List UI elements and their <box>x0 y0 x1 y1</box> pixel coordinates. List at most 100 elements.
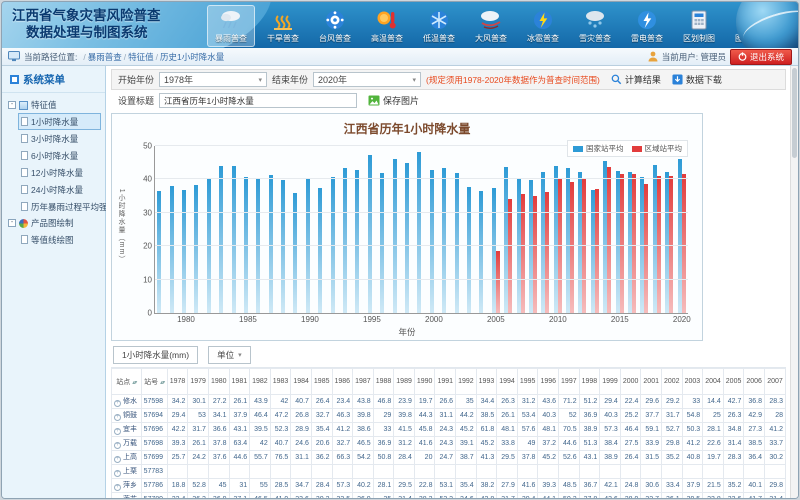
unit-select[interactable]: 单位 ▾ <box>208 346 251 364</box>
value-cell: 28.4 <box>394 451 415 465</box>
value-cell: 31.7 <box>662 409 683 423</box>
vertical-scrollbar-thumb[interactable] <box>792 68 797 158</box>
start-year-select[interactable]: 1978年 ▾ <box>159 72 267 87</box>
tree-node-产品图绘制[interactable]: -产品图绘制 <box>4 215 103 231</box>
y-tick-label: 30 <box>143 208 152 217</box>
vertical-scrollbar[interactable] <box>790 66 798 498</box>
national-bar <box>170 186 174 313</box>
station-name-cell[interactable]: +上栗 <box>112 465 142 479</box>
year-column-header[interactable]: 2000 <box>620 369 641 395</box>
sidebar-item-历年暴雨过程平均强度[interactable]: 历年暴雨过程平均强度 <box>18 198 101 215</box>
toolbar-item-暴雨普查[interactable]: 暴雨普查 <box>207 5 255 47</box>
value-cell: 28.9 <box>620 493 641 499</box>
year-column-header[interactable]: 2004 <box>703 369 724 395</box>
sidebar-item-等值线绘图[interactable]: 等值线绘图 <box>18 231 101 248</box>
station-name-cell[interactable]: +万载 <box>112 437 142 451</box>
year-column-header[interactable]: 1978 <box>167 369 188 395</box>
toolbar-item-干旱普查[interactable]: 干旱普查 <box>259 5 307 47</box>
year-column-header[interactable]: 1986 <box>332 369 353 395</box>
station-name-cell[interactable]: +修水 <box>112 395 142 409</box>
value-cell: 44.3 <box>414 409 435 423</box>
year-column-header[interactable]: 1980 <box>208 369 229 395</box>
sidebar-item-3小时降水量[interactable]: 3小时降水量 <box>18 130 101 147</box>
table-controls: 1小时降水量(mm) 单位 ▾ <box>113 346 786 364</box>
expand-row-icon[interactable]: + <box>114 484 121 491</box>
year-column-header[interactable]: 1996 <box>538 369 559 395</box>
logout-button[interactable]: 退出系统 <box>730 49 792 65</box>
year-column-header[interactable]: 1993 <box>476 369 497 395</box>
year-column-header[interactable]: 1991 <box>435 369 456 395</box>
toolbar-item-大风普查[interactable]: 大风普查 <box>467 5 515 47</box>
year-column-header[interactable]: 1982 <box>250 369 271 395</box>
station-id-column-header[interactable]: 站号 ▴▾ <box>141 369 167 395</box>
expand-row-icon[interactable]: + <box>114 428 121 435</box>
end-year-select[interactable]: 2020年 ▾ <box>313 72 421 87</box>
station-column-header[interactable]: 站点 ▴▾ <box>112 369 142 395</box>
sidebar-item-6小时降水量[interactable]: 6小时降水量 <box>18 147 101 164</box>
toolbar-item-雷电普查[interactable]: 雷电普查 <box>623 5 671 47</box>
year-column-header[interactable]: 1987 <box>353 369 374 395</box>
toolbar-item-冰雹普查[interactable]: 冰雹普查 <box>519 5 567 47</box>
year-column-header[interactable]: 1988 <box>373 369 394 395</box>
sort-icon[interactable]: ▴▾ <box>160 380 164 386</box>
sidebar-item-24小时降水量[interactable]: 24小时降水量 <box>18 181 101 198</box>
toolbar-item-区划制图[interactable]: 区划制图 <box>675 5 723 47</box>
expand-row-icon[interactable]: + <box>114 414 121 421</box>
data-download-button[interactable]: 数据下载 <box>672 73 722 86</box>
calc-result-button[interactable]: 计算结果 <box>611 73 661 86</box>
expand-row-icon[interactable]: + <box>114 456 121 463</box>
sort-icon[interactable]: ▴▾ <box>132 380 136 386</box>
year-column-header[interactable]: 1984 <box>291 369 312 395</box>
year-column-header[interactable]: 1992 <box>456 369 477 395</box>
year-column-header[interactable]: 2003 <box>682 369 703 395</box>
value-cell: 46.5 <box>250 493 271 499</box>
save-image-button[interactable]: 保存图片 <box>368 94 419 107</box>
tree-expander-icon[interactable]: - <box>8 219 16 227</box>
year-column-header[interactable]: 1983 <box>270 369 291 395</box>
expand-row-icon[interactable]: + <box>114 400 121 407</box>
x-tick-label: 2005 <box>487 315 505 324</box>
year-column-header[interactable]: 1989 <box>394 369 415 395</box>
regional-bar <box>508 199 512 313</box>
year-column-header[interactable]: 2006 <box>744 369 765 395</box>
toolbar-item-label: 高温普查 <box>371 33 403 44</box>
year-column-header[interactable]: 2002 <box>662 369 683 395</box>
year-column-header[interactable]: 2001 <box>641 369 662 395</box>
value-cell: 22.4 <box>620 395 641 409</box>
bar-group-2015 <box>613 146 625 313</box>
value-cell: 30.1 <box>188 395 209 409</box>
breadcrumb-segment[interactable]: 特征值 <box>128 52 154 62</box>
year-column-header[interactable]: 1997 <box>559 369 580 395</box>
year-column-header[interactable]: 1985 <box>311 369 332 395</box>
station-name-cell[interactable]: +萍乡 <box>112 479 142 493</box>
expand-row-icon[interactable]: + <box>114 470 121 477</box>
year-column-header[interactable]: 1979 <box>188 369 209 395</box>
chart-title-input[interactable] <box>159 93 357 108</box>
station-name-cell[interactable]: +上高 <box>112 451 142 465</box>
toolbar-item-label: 低温普查 <box>423 33 455 44</box>
sidebar-item-1小时降水量[interactable]: 1小时降水量 <box>18 113 101 130</box>
toolbar-item-低温普查[interactable]: 低温普查 <box>415 5 463 47</box>
station-name-cell[interactable]: +莲花 <box>112 493 142 499</box>
year-column-header[interactable]: 1995 <box>517 369 538 395</box>
legend-item-区域站平均[interactable]: 区域站平均 <box>632 143 683 154</box>
toolbar-item-雪灾普查[interactable]: 雪灾普查 <box>571 5 619 47</box>
year-column-header[interactable]: 2005 <box>723 369 744 395</box>
tree-node-特征值[interactable]: -特征值 <box>4 97 103 113</box>
tree-expander-icon[interactable]: - <box>8 101 16 109</box>
station-name-cell[interactable]: +铜鼓 <box>112 409 142 423</box>
year-column-header[interactable]: 1990 <box>414 369 435 395</box>
breadcrumb-segment[interactable]: 暴雨普查 <box>88 52 122 62</box>
year-column-header[interactable]: 2007 <box>764 369 785 395</box>
year-column-header[interactable]: 1998 <box>579 369 600 395</box>
sidebar-item-12小时降水量[interactable]: 12小时降水量 <box>18 164 101 181</box>
toolbar-item-台风普查[interactable]: 台风普查 <box>311 5 359 47</box>
year-column-header[interactable]: 1999 <box>600 369 621 395</box>
legend-item-国家站平均[interactable]: 国家站平均 <box>573 143 624 154</box>
year-column-header[interactable]: 1994 <box>497 369 518 395</box>
expand-row-icon[interactable]: + <box>114 442 121 449</box>
breadcrumb-segment[interactable]: 历史1小时降水量 <box>160 52 224 62</box>
station-name-cell[interactable]: +宜丰 <box>112 423 142 437</box>
year-column-header[interactable]: 1981 <box>229 369 250 395</box>
toolbar-item-高温普查[interactable]: 高温普查 <box>363 5 411 47</box>
